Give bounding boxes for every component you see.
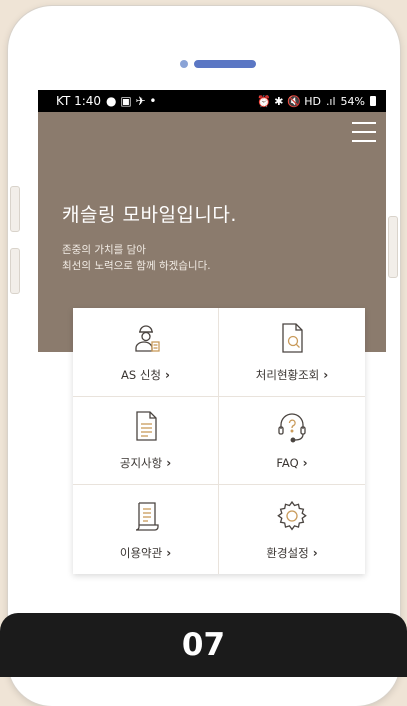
- phone-frame: KT 1:40 ● ▣ ✈ • ⏰ ✱ 🔇 HD .ıl 54% 캐슬링 모바일…: [8, 6, 400, 706]
- menu-item-notice[interactable]: 공지사항 ›: [73, 396, 219, 486]
- chevron-right-icon: ›: [166, 545, 172, 560]
- hero-title: 캐슬링 모바일입니다.: [62, 204, 237, 226]
- menu-item-status-check[interactable]: 처리현황조회 ›: [219, 308, 365, 397]
- notification-icons: ● ▣ ✈ •: [106, 94, 157, 108]
- menu-grid: AS 신청 › 처리현황조회 › 공지사항 › FAQ › 이용약관 › 환경설…: [73, 308, 365, 574]
- chevron-right-icon: ›: [302, 456, 308, 471]
- volume-down-button: [10, 248, 20, 294]
- battery-icon: [370, 96, 376, 106]
- menu-item-label: 처리현황조회: [255, 367, 320, 382]
- menu-item-label: 이용약관: [119, 545, 163, 560]
- menu-item-settings[interactable]: 환경설정 ›: [219, 485, 365, 574]
- hero-subtitle-line1: 존중의 가치를 담아: [62, 244, 146, 256]
- step-number: 07: [181, 627, 226, 663]
- power-button: [388, 216, 398, 278]
- menu-item-faq[interactable]: FAQ ›: [219, 397, 365, 486]
- chevron-right-icon: ›: [165, 367, 170, 382]
- system-icons: ⏰ ✱ 🔇 HD: [257, 94, 321, 108]
- hero-subtitle-line2: 최선의 노력으로 함께 하겠습니다.: [62, 260, 211, 272]
- menu-item-label: FAQ: [276, 456, 299, 471]
- chevron-right-icon: ›: [312, 545, 318, 560]
- headset-question-icon: [278, 413, 306, 443]
- notice-document-icon: [135, 411, 157, 442]
- menu-item-label: 공지사항: [119, 456, 163, 471]
- menu-item-as-request[interactable]: AS 신청 ›: [73, 308, 219, 397]
- terms-scroll-icon: [135, 502, 159, 531]
- document-search-icon: [282, 323, 303, 353]
- battery-level: 54%: [340, 94, 365, 108]
- volume-up-button: [10, 186, 20, 232]
- step-number-banner: 07: [0, 613, 407, 677]
- speaker-grille: [194, 60, 256, 68]
- hamburger-menu-icon[interactable]: [352, 122, 376, 142]
- chevron-right-icon: ›: [323, 367, 329, 382]
- chevron-right-icon: ›: [166, 456, 172, 471]
- gear-icon: [277, 500, 307, 531]
- screen: KT 1:40 ● ▣ ✈ • ⏰ ✱ 🔇 HD .ıl 54% 캐슬링 모바일…: [38, 90, 386, 650]
- status-bar: KT 1:40 ● ▣ ✈ • ⏰ ✱ 🔇 HD .ıl 54%: [38, 90, 386, 112]
- menu-item-label: 환경설정: [266, 545, 309, 560]
- menu-item-terms[interactable]: 이용약관 ›: [73, 485, 219, 574]
- carrier-time: KT 1:40: [56, 94, 102, 108]
- menu-item-label: AS 신청: [121, 367, 162, 382]
- camera-dot: [180, 60, 188, 68]
- hero-subtitle: 존중의 가치를 담아 최선의 노력으로 함께 하겠습니다.: [62, 242, 211, 274]
- signal-icon: .ıl: [325, 94, 336, 108]
- technician-icon: [134, 325, 160, 352]
